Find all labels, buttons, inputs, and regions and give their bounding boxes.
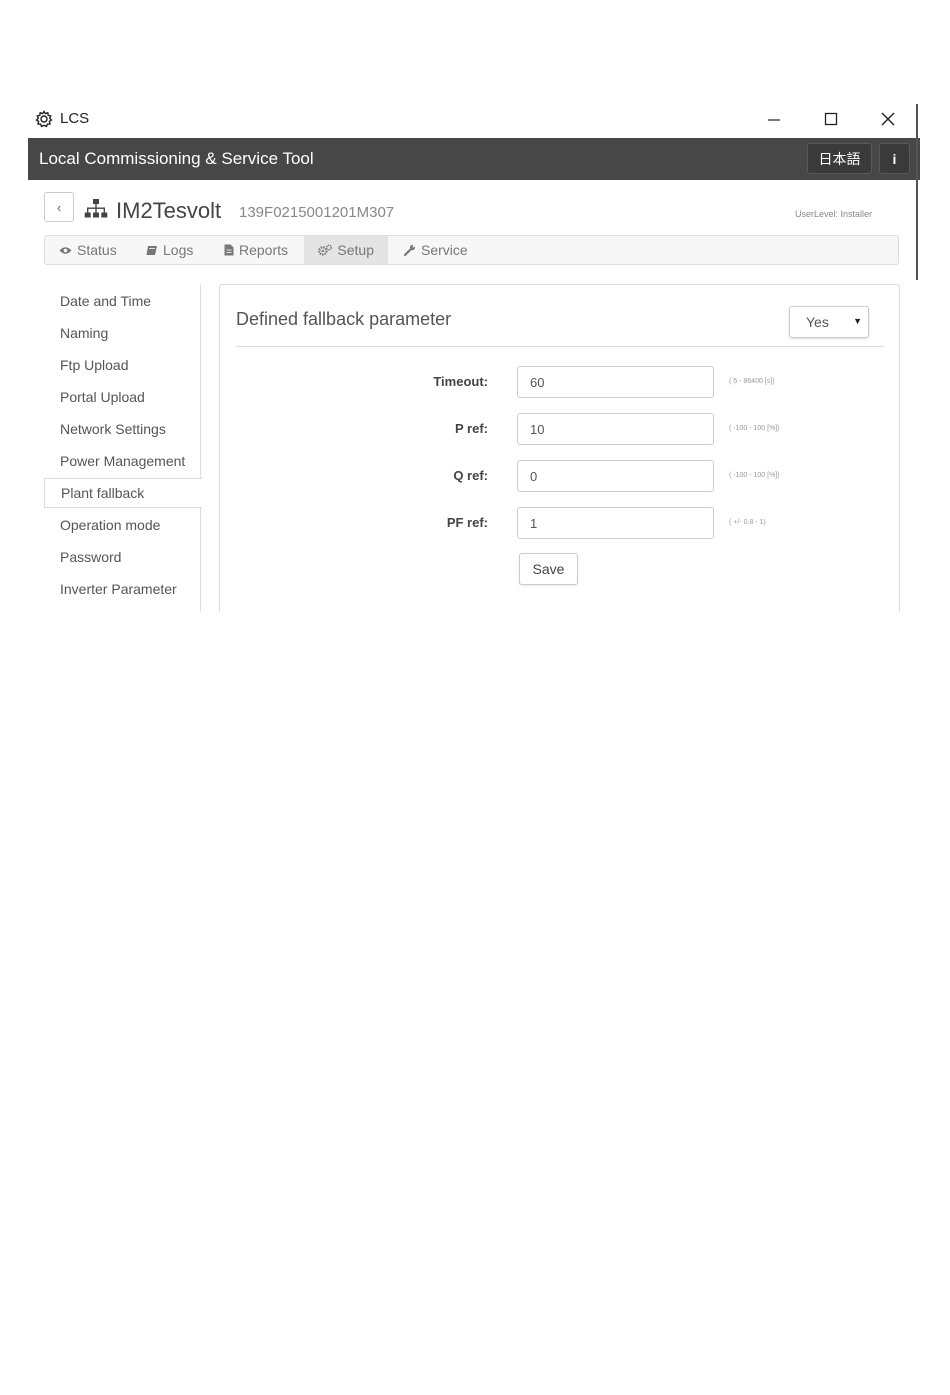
sidebar-item-portal-upload[interactable]: Portal Upload <box>44 382 200 412</box>
window-edge <box>916 104 918 280</box>
app-header: Local Commissioning & Service Tool 日本語 i <box>28 138 920 180</box>
sidebar-item-operation-mode[interactable]: Operation mode <box>44 510 200 540</box>
main-tabs: Status Logs Reports Setup Service <box>44 235 899 265</box>
language-button-label: 日本語 <box>818 150 861 167</box>
book-icon <box>146 245 157 255</box>
sidebar-item-password[interactable]: Password <box>44 542 200 572</box>
pf-ref-range: ( +/- 0.8 - 1) <box>729 519 766 526</box>
p-ref-value: 10 <box>530 421 545 437</box>
tab-status[interactable]: Status <box>45 236 131 264</box>
fallback-panel: Defined fallback parameter Yes ▼ Timeout… <box>219 284 900 612</box>
save-button[interactable]: Save <box>519 553 578 585</box>
sidebar-item-label: Power Management <box>60 453 186 469</box>
q-ref-value: 0 <box>530 468 538 484</box>
sidebar-item-power-management[interactable]: Power Management <box>44 446 200 476</box>
timeout-value: 60 <box>530 374 545 390</box>
fallback-enabled-select[interactable]: Yes ▼ <box>789 306 869 338</box>
timeout-label: Timeout: <box>433 374 488 389</box>
minimize-button[interactable] <box>759 104 789 134</box>
panel-title: Defined fallback parameter <box>236 309 452 329</box>
language-button[interactable]: 日本語 <box>807 143 872 174</box>
setup-sidebar: Date and Time Naming Ftp Upload Portal U… <box>44 284 202 612</box>
q-ref-range: ( -100 - 100 [%]) <box>729 472 780 479</box>
tab-setup[interactable]: Setup <box>304 236 388 264</box>
sidebar-item-network-settings[interactable]: Network Settings <box>44 414 200 444</box>
tab-reports[interactable]: Reports <box>210 236 302 264</box>
info-button[interactable]: i <box>879 143 910 174</box>
sidebar-item-plant-fallback[interactable]: Plant fallback <box>44 478 202 508</box>
gears-icon <box>318 244 333 256</box>
sidebar-item-label: Naming <box>60 325 109 341</box>
q-ref-input[interactable]: 0 <box>517 460 714 492</box>
pf-ref-input[interactable]: 1 <box>517 507 714 539</box>
minimize-icon <box>768 119 780 121</box>
device-name: IM2Tesvolt <box>116 198 222 223</box>
p-ref-range: ( -100 - 100 [%]) <box>729 425 780 432</box>
app-window: LCS Local Commissioning & Service Tool 日… <box>28 100 920 612</box>
title-bar: LCS <box>28 100 920 138</box>
tab-logs-label: Logs <box>163 242 194 258</box>
tab-logs[interactable]: Logs <box>132 236 207 264</box>
sidebar-item-label: Portal Upload <box>60 389 145 405</box>
sidebar-item-label: Ftp Upload <box>60 357 129 373</box>
app-title: Local Commissioning & Service Tool <box>39 149 314 168</box>
eye-icon <box>59 246 72 254</box>
timeout-range: ( 5 - 86400 [s]) <box>729 378 775 385</box>
gear-icon <box>34 109 54 129</box>
sidebar-item-label: Inverter Parameter <box>60 581 177 597</box>
sidebar-item-label: Date and Time <box>60 293 152 309</box>
caret-down-icon: ▼ <box>853 316 862 326</box>
sidebar-item-label: Network Settings <box>60 421 166 437</box>
pf-ref-value: 1 <box>530 515 538 531</box>
sidebar-item-label: Password <box>60 549 122 565</box>
p-ref-input[interactable]: 10 <box>517 413 714 445</box>
timeout-input[interactable]: 60 <box>517 366 714 398</box>
user-level: UserLevel: Installer <box>794 209 872 219</box>
sidebar-item-date-and-time[interactable]: Date and Time <box>44 286 200 316</box>
chevron-left-icon: ‹ <box>56 199 62 215</box>
close-icon <box>881 112 895 126</box>
tab-service[interactable]: Service <box>390 236 482 264</box>
q-ref-label: Q ref: <box>453 468 488 483</box>
sitemap-icon <box>84 198 108 225</box>
sidebar-item-inverter-parameter[interactable]: Inverter Parameter <box>44 574 200 604</box>
select-value: Yes <box>806 314 829 330</box>
wrench-icon <box>404 244 416 256</box>
close-button[interactable] <box>873 104 903 134</box>
back-button[interactable]: ‹ <box>44 192 74 222</box>
sidebar-item-ftp-upload[interactable]: Ftp Upload <box>44 350 200 380</box>
panel-divider <box>236 346 884 347</box>
info-icon: i <box>892 150 897 167</box>
tab-service-label: Service <box>421 242 468 258</box>
file-icon <box>224 244 234 256</box>
device-serial: 139F0215001201M307 <box>239 204 395 221</box>
p-ref-label: P ref: <box>455 421 488 436</box>
tab-status-label: Status <box>77 242 117 258</box>
pf-ref-label: PF ref: <box>446 515 488 530</box>
sidebar-item-label: Plant fallback <box>61 485 145 501</box>
tab-reports-label: Reports <box>239 242 289 258</box>
sidebar-item-label: Operation mode <box>60 517 161 533</box>
save-button-label: Save <box>532 561 565 577</box>
maximize-button[interactable] <box>816 104 846 134</box>
tab-setup-label: Setup <box>337 242 374 258</box>
sidebar-item-naming[interactable]: Naming <box>44 318 200 348</box>
maximize-icon <box>824 112 838 126</box>
app-name: LCS <box>60 110 90 127</box>
